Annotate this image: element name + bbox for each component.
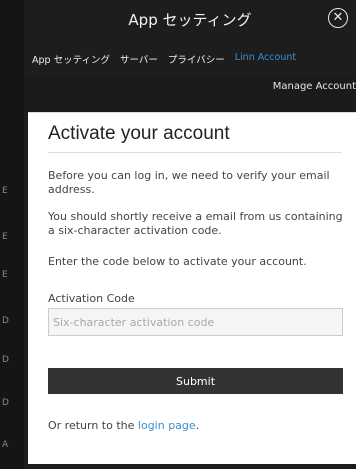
submit-button[interactable]: Submit bbox=[48, 368, 343, 394]
background-app-strip: E E E D D D A bbox=[0, 0, 24, 469]
close-button[interactable]: ✕ bbox=[328, 8, 348, 28]
background-letter: D bbox=[2, 316, 9, 326]
return-suffix-text: . bbox=[195, 419, 200, 432]
account-subbar: Manage Account bbox=[24, 76, 356, 112]
return-line: Or return to the login page. bbox=[48, 419, 199, 432]
activation-code-label: Activation Code bbox=[48, 292, 135, 305]
activation-panel: Activate your account Before you can log… bbox=[28, 112, 356, 464]
tab-linn-account[interactable]: Linn Account bbox=[235, 52, 296, 72]
background-letter: E bbox=[2, 186, 8, 196]
background-letter: E bbox=[2, 232, 8, 242]
return-prefix-text: Or return to the bbox=[48, 419, 138, 432]
background-letter: D bbox=[2, 355, 9, 365]
page-title: Activate your account bbox=[48, 123, 230, 144]
settings-tabs: App セッティング サーバー プライバシー Linn Account bbox=[24, 52, 356, 72]
intro-text: Before you can log in, we need to verify… bbox=[48, 169, 330, 196]
tab-privacy[interactable]: プライバシー bbox=[168, 52, 225, 72]
login-page-link[interactable]: login page bbox=[138, 419, 196, 432]
background-letter: E bbox=[2, 270, 8, 280]
activation-code-input[interactable] bbox=[48, 308, 343, 336]
manage-account-link[interactable]: Manage Account bbox=[273, 81, 356, 92]
background-letter: D bbox=[2, 398, 9, 408]
dialog-bottom-edge bbox=[24, 464, 356, 469]
close-icon: ✕ bbox=[332, 10, 344, 25]
email-notice-text: You should shortly receive a email from … bbox=[48, 210, 343, 237]
tab-server[interactable]: サーバー bbox=[120, 52, 158, 72]
dialog-title: App セッティング bbox=[128, 11, 252, 29]
heading-divider bbox=[48, 152, 342, 153]
dialog-titlebar: App セッティング ✕ bbox=[24, 0, 356, 40]
background-letter: A bbox=[2, 440, 9, 450]
tab-app-settings[interactable]: App セッティング bbox=[32, 52, 110, 72]
instruction-text: Enter the code below to activate your ac… bbox=[48, 255, 307, 268]
